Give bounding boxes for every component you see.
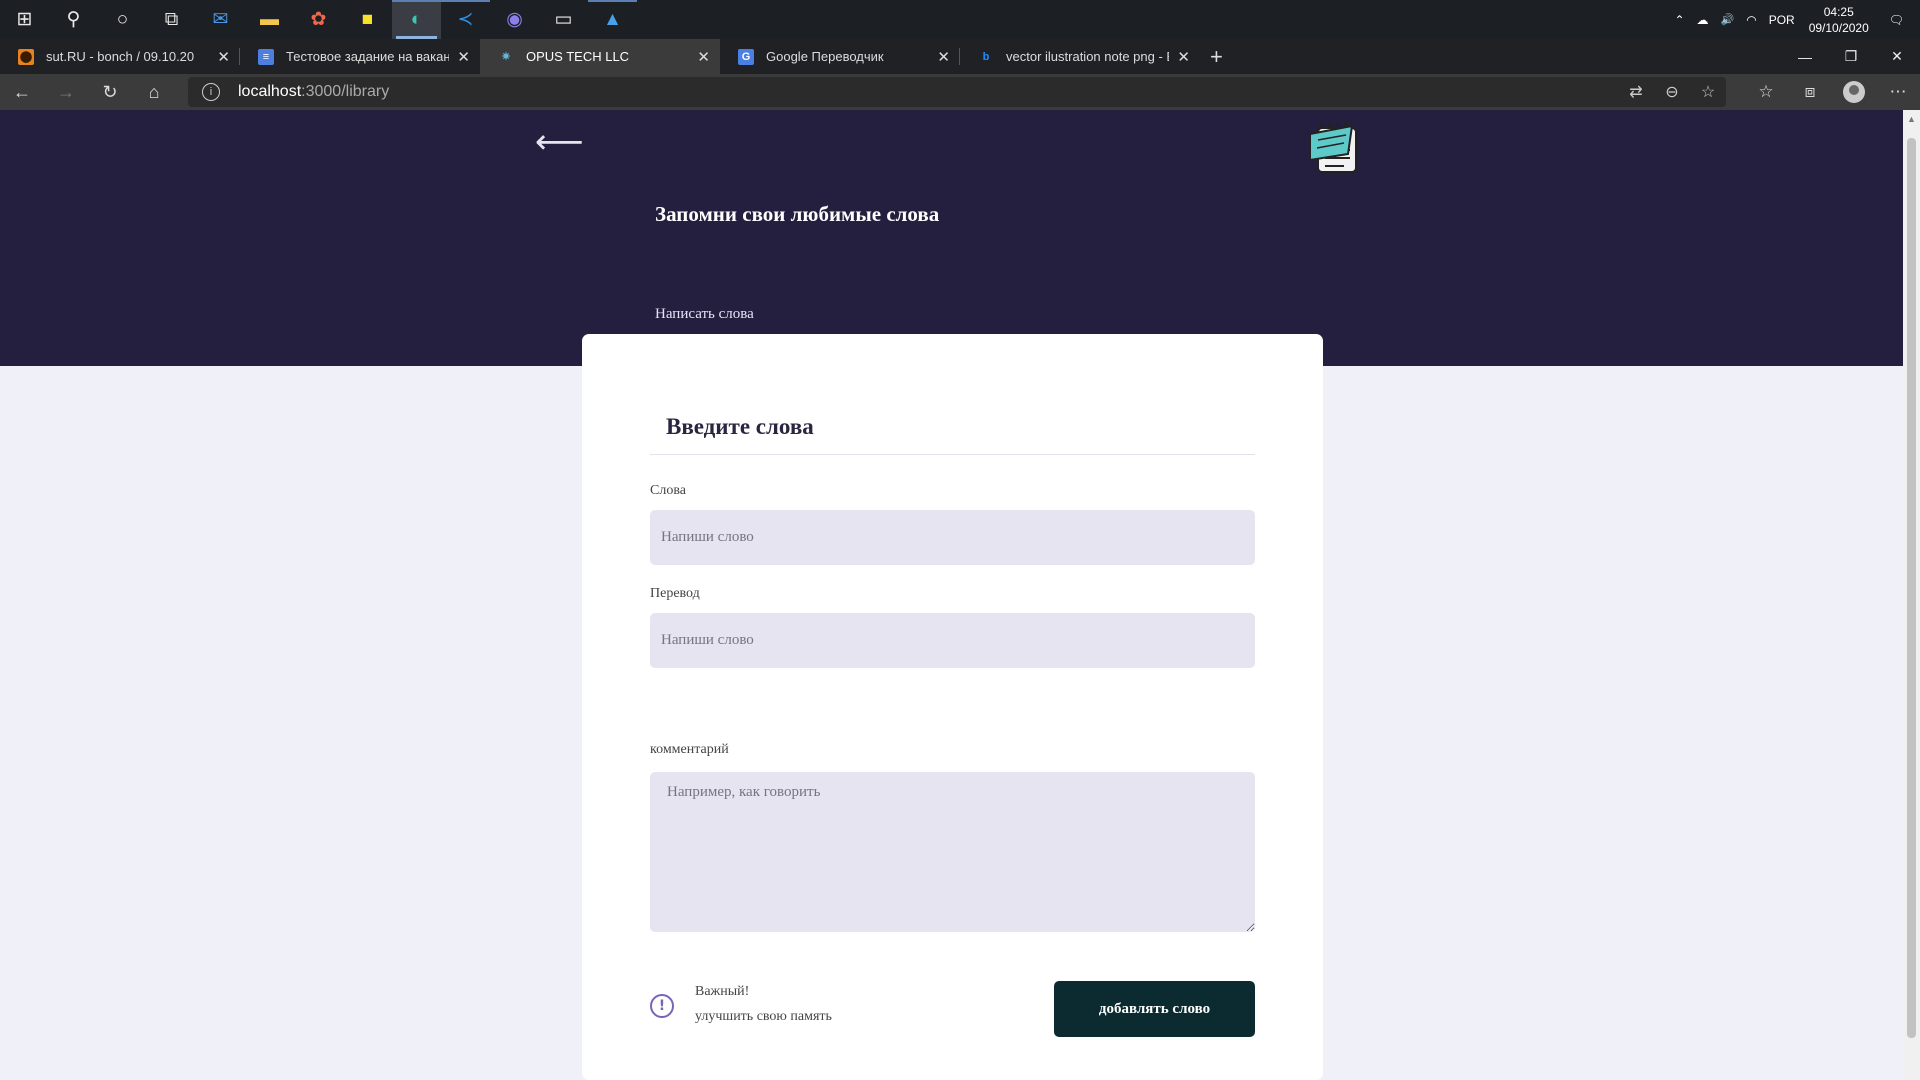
- photos-icon[interactable]: ▲: [588, 0, 637, 39]
- react-favicon-icon: ✷: [501, 51, 511, 63]
- tab-close-icon[interactable]: ✕: [1177, 48, 1190, 66]
- tab-title: Google Переводчик: [766, 49, 884, 64]
- bing-favicon-icon: b: [982, 50, 990, 63]
- cortana-icon[interactable]: ○: [98, 0, 147, 39]
- page-viewport: ⟵ Запомни свои любимые слова Написать сл…: [0, 110, 1903, 1080]
- avatar: [1843, 81, 1865, 103]
- address-bar-tools: ⇄ ⊖ ☆: [1618, 77, 1726, 107]
- translation-input[interactable]: [650, 613, 1255, 668]
- edge-icon[interactable]: ◐: [392, 0, 441, 39]
- scrollbar-thumb[interactable]: [1907, 138, 1916, 1038]
- hero-header: ⟵ Запомни свои любимые слова Написать сл…: [0, 110, 1903, 366]
- tab-title: vector ilustration note png - Bing: [1006, 49, 1169, 64]
- sticky-notes-icon[interactable]: ■: [343, 0, 392, 39]
- tip-title: Важный!: [695, 984, 750, 999]
- add-favorite-icon[interactable]: ☆: [1690, 82, 1726, 102]
- back-arrow-icon[interactable]: ⟵: [535, 122, 584, 162]
- tip-text: улучшить свою память: [695, 1009, 832, 1024]
- sut-favicon-icon: ⬤: [18, 48, 34, 65]
- task-view-icon[interactable]: ⧉: [147, 0, 196, 39]
- word-input[interactable]: [650, 510, 1255, 565]
- form-title: Введите слова: [666, 414, 814, 439]
- browser-toolbar-right: ☆ ⧈ ⋯: [1744, 74, 1920, 110]
- tab-close-icon[interactable]: ✕: [937, 48, 950, 66]
- important-info-icon: !: [650, 994, 674, 1018]
- windows-start-icon[interactable]: ⊞: [0, 0, 49, 39]
- translate-favicon-icon: G: [738, 48, 754, 65]
- translation-label: Перевод: [650, 586, 700, 601]
- tab-title: Тестовое задание на вакансию: [286, 49, 450, 64]
- browser-tab-strip: ⬤ sut.RU - bonch / 09.10.20 ✕ ≡ Тестовое…: [0, 39, 1920, 74]
- collections-icon[interactable]: ⧈: [1788, 82, 1832, 102]
- word-label: Слова: [650, 483, 686, 498]
- page-title: Запомни свои любимые слова: [655, 202, 940, 226]
- windows-taskbar: ⊞ ⚲ ○ ⧉ ✉ ▬ ✿ ■ ◐ ≺ ◉ ▭ ▲ ⌃ ☁ 🔊 ◠ POR 04…: [0, 0, 1920, 39]
- tab-title: OPUS TECH LLC: [526, 49, 630, 64]
- tab-close-icon[interactable]: ✕: [457, 48, 470, 66]
- address-bar[interactable]: i localhost :3000/library ⇄ ⊖ ☆: [188, 77, 1726, 107]
- form-divider: [650, 454, 1255, 455]
- docs-favicon-icon: ≡: [258, 48, 274, 65]
- tab-sut-ru[interactable]: ⬤ sut.RU - bonch / 09.10.20 ✕: [0, 39, 240, 74]
- terminal-icon[interactable]: ▭: [539, 0, 588, 39]
- mail-icon[interactable]: ✉: [196, 0, 245, 39]
- comment-label: комментарий: [650, 742, 729, 757]
- clock-date: 09/10/2020: [1808, 20, 1869, 35]
- translate-icon[interactable]: ⇄: [1618, 82, 1654, 102]
- profile-button[interactable]: [1832, 81, 1876, 103]
- zoom-icon[interactable]: ⊖: [1654, 82, 1690, 102]
- site-info-icon[interactable]: i: [202, 83, 220, 101]
- back-button[interactable]: ←: [0, 82, 44, 103]
- tab-google-translate[interactable]: G Google Переводчик ✕: [720, 39, 960, 74]
- figma-icon[interactable]: ✿: [294, 0, 343, 39]
- minimize-button[interactable]: —: [1782, 49, 1828, 65]
- tab-title: sut.RU - bonch / 09.10.20: [46, 49, 195, 64]
- show-hidden-icons-icon[interactable]: ⌃: [1674, 13, 1684, 27]
- wifi-icon[interactable]: ◠: [1746, 13, 1756, 27]
- input-language[interactable]: POR: [1769, 13, 1795, 27]
- onedrive-cloud-icon[interactable]: ☁: [1697, 13, 1709, 27]
- app-circle-icon[interactable]: ◉: [490, 0, 539, 39]
- system-tray: ⌃ ☁ 🔊 ◠ POR 04:25 09/10/2020 🗨: [1668, 0, 1920, 39]
- vscode-icon[interactable]: ≺: [441, 0, 490, 39]
- new-tab-button[interactable]: +: [1210, 44, 1223, 70]
- tab-close-icon[interactable]: ✕: [697, 48, 710, 66]
- notepad-icon: [1309, 121, 1357, 173]
- file-explorer-icon[interactable]: ▬: [245, 0, 294, 39]
- tab-opus-tech[interactable]: ✷ OPUS TECH LLC ✕: [480, 39, 720, 74]
- volume-icon[interactable]: 🔊: [1721, 13, 1735, 26]
- page-scrollbar[interactable]: ▲: [1903, 110, 1920, 1080]
- tab-test-assignment[interactable]: ≡ Тестовое задание на вакансию ✕: [240, 39, 480, 74]
- notification-center-icon[interactable]: 🗨: [1889, 13, 1904, 27]
- comment-textarea[interactable]: [650, 772, 1255, 932]
- forward-button[interactable]: →: [44, 82, 88, 103]
- add-word-button[interactable]: добавлять слово: [1054, 981, 1255, 1037]
- window-controls: — ❐ ✕: [1782, 39, 1920, 74]
- write-words-link[interactable]: Написать слова: [655, 306, 754, 323]
- url-host: localhost: [238, 83, 302, 100]
- search-icon[interactable]: ⚲: [49, 0, 98, 39]
- clock[interactable]: 04:25 09/10/2020: [1809, 4, 1869, 36]
- clock-time: 04:25: [1823, 4, 1854, 19]
- add-word-form-card: Введите слова Слова Перевод комментарий …: [582, 334, 1323, 1080]
- close-window-button[interactable]: ✕: [1874, 48, 1920, 65]
- url-path: :3000/library: [301, 83, 390, 100]
- scroll-up-icon[interactable]: ▲: [1907, 114, 1916, 124]
- tab-close-icon[interactable]: ✕: [217, 48, 230, 66]
- tab-bing-search[interactable]: b vector ilustration note png - Bing ✕: [960, 39, 1200, 74]
- favorites-icon[interactable]: ☆: [1744, 82, 1788, 102]
- browser-toolbar: ← → ↻ ⌂ i localhost :3000/library ⇄ ⊖ ☆ …: [0, 74, 1920, 110]
- restore-button[interactable]: ❐: [1828, 48, 1874, 65]
- reload-button[interactable]: ↻: [88, 82, 132, 103]
- home-button[interactable]: ⌂: [132, 82, 176, 103]
- more-menu-icon[interactable]: ⋯: [1876, 82, 1920, 102]
